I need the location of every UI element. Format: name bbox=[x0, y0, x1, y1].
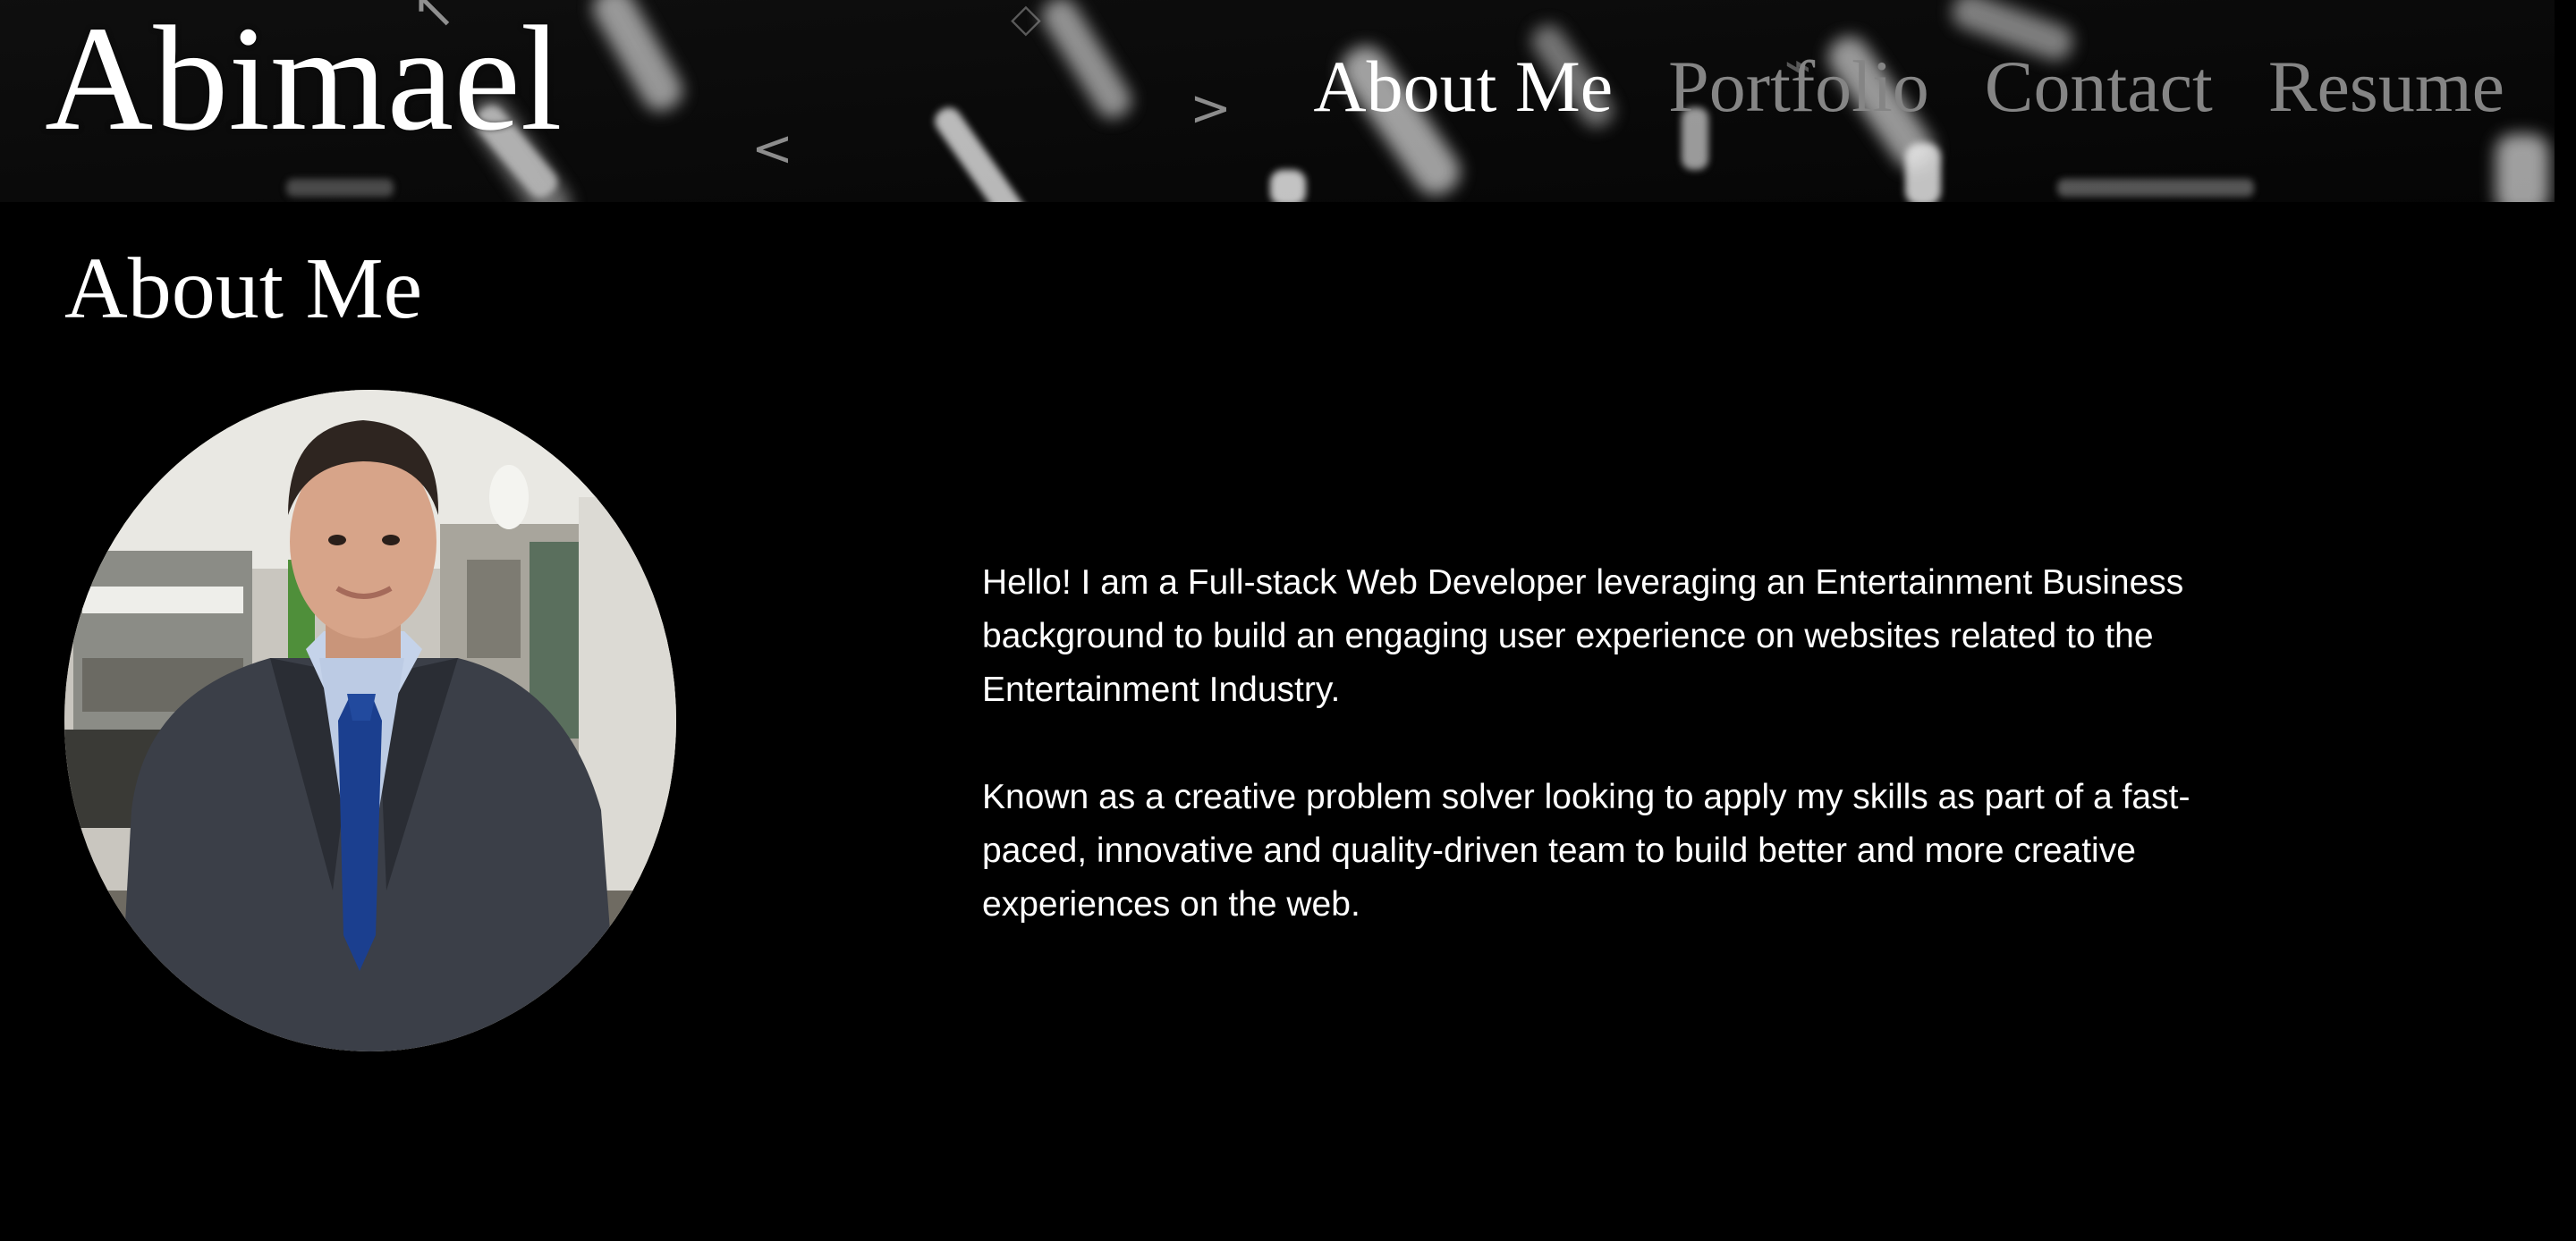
bio-paragraph: Known as a creative problem solver looki… bbox=[982, 778, 2190, 924]
nav-link-contact[interactable]: Contact bbox=[1985, 50, 2213, 123]
page: > < ↖ ◇ ⌁ Abimael About Me Portfolio Con… bbox=[0, 0, 2576, 1241]
nav-link-resume[interactable]: Resume bbox=[2268, 50, 2504, 123]
section-title: About Me bbox=[64, 241, 423, 337]
profile-photo-illustration bbox=[64, 390, 676, 1051]
site-brand-logo[interactable]: Abimael bbox=[45, 0, 562, 165]
bio-text: Hello! I am a Full-stack Web Developer l… bbox=[982, 556, 2234, 985]
nav-link-about-me[interactable]: About Me bbox=[1313, 50, 1613, 123]
bio-paragraph: Hello! I am a Full-stack Web Developer l… bbox=[982, 563, 2184, 709]
profile-photo bbox=[64, 390, 676, 1051]
site-header: > < ↖ ◇ ⌁ Abimael About Me Portfolio Con… bbox=[0, 0, 2555, 202]
nav-link-portfolio[interactable]: Portfolio bbox=[1668, 50, 1929, 123]
main-nav: About Me Portfolio Contact Resume bbox=[1313, 50, 2504, 123]
